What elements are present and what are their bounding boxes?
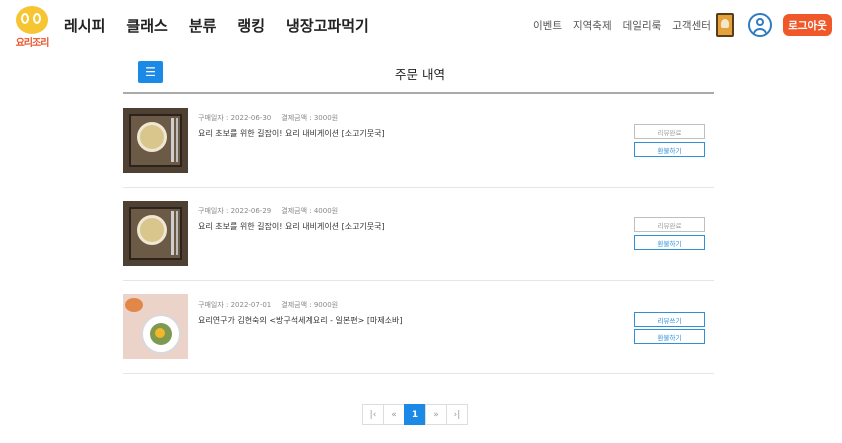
refund-button[interactable]: 환불하기: [634, 142, 705, 157]
order-thumbnail[interactable]: [123, 294, 188, 359]
write-review-button[interactable]: 리뷰쓰기: [634, 312, 705, 327]
util-item-event[interactable]: 이벤트: [533, 18, 562, 33]
nav-item-ranking[interactable]: 랭킹: [237, 15, 265, 36]
refund-button[interactable]: 환불하기: [634, 329, 705, 344]
last-page-button[interactable]: ›|: [446, 404, 468, 425]
user-avatar-icon[interactable]: [748, 13, 772, 37]
payment-amount-value: 4000: [313, 207, 332, 215]
purchase-date-label: 구매일자 :: [198, 301, 231, 309]
order-thumbnail[interactable]: [123, 108, 188, 173]
util-item-dailylook[interactable]: 데일리룩: [623, 18, 662, 33]
site-header: 요리조리 레시피 클래스 분류 랭킹 냉장고파먹기 이벤트 지역축제 데일리룩 …: [0, 0, 842, 50]
purchase-date: 구매일자 : 2022-06-29: [198, 207, 271, 215]
order-meta: 구매일자 : 2022-07-01 결제금액 : 9000원: [198, 300, 338, 310]
avatar-body: [753, 28, 767, 35]
purchase-date-value: 2022-07-01: [230, 301, 272, 309]
payment-amount: 결제금액 : 9000원: [281, 301, 338, 309]
logo-eye-right: [33, 13, 41, 24]
prev-page-button[interactable]: «: [383, 404, 405, 425]
thumb-spoon: [171, 118, 174, 162]
pagination: |‹ « 1 » ›|: [362, 404, 468, 425]
page-title: 주문 내역: [395, 67, 445, 82]
logout-button[interactable]: 로그아웃: [783, 14, 832, 36]
review-done-button: 리뷰완료: [634, 217, 705, 232]
logo-mascot-icon: [16, 6, 48, 34]
order-thumbnail[interactable]: [123, 201, 188, 266]
utility-nav: 이벤트 지역축제 데일리룩 고객센터: [533, 18, 711, 33]
nav-item-recipe[interactable]: 레시피: [64, 15, 105, 36]
currency-suffix: 원: [331, 207, 339, 215]
payment-amount-value: 3000: [313, 114, 332, 122]
thumb-bowl: [137, 122, 167, 152]
order-title[interactable]: 요리연구가 김현숙의 <방구석세계요리 - 일본편> [마제소바]: [198, 315, 403, 326]
site-logo[interactable]: 요리조리: [12, 6, 52, 49]
util-item-support[interactable]: 고객센터: [672, 18, 711, 33]
purchase-date-label: 구매일자 :: [198, 207, 231, 215]
payment-amount: 결제금액 : 3000원: [281, 114, 338, 122]
thumb-side-dish: [125, 298, 143, 312]
order-title[interactable]: 요리 초보를 위한 길잡이! 요리 내비게이션 [소고기뭇국]: [198, 221, 385, 232]
first-page-button[interactable]: |‹: [362, 404, 384, 425]
util-item-festival[interactable]: 지역축제: [573, 18, 612, 33]
hamburger-icon: ☰: [145, 65, 156, 79]
nav-item-class[interactable]: 클래스: [126, 15, 167, 36]
recipe-book-icon[interactable]: [716, 13, 734, 37]
next-page-button[interactable]: »: [425, 404, 447, 425]
purchase-date-value: 2022-06-29: [230, 207, 272, 215]
currency-suffix: 원: [331, 301, 339, 309]
order-row: 구매일자 : 2022-06-30 결제금액 : 3000원 요리 초보를 위한 …: [123, 95, 714, 188]
thumb-bowl: [137, 215, 167, 245]
refund-button[interactable]: 환불하기: [634, 235, 705, 250]
order-meta: 구매일자 : 2022-06-29 결제금액 : 4000원: [198, 206, 338, 216]
payment-amount: 결제금액 : 4000원: [281, 207, 338, 215]
purchase-date-value: 2022-06-30: [230, 114, 272, 122]
purchase-date-label: 구매일자 :: [198, 114, 231, 122]
main-nav: 레시피 클래스 분류 랭킹 냉장고파먹기: [64, 15, 369, 36]
purchase-date: 구매일자 : 2022-06-30: [198, 114, 271, 122]
payment-amount-label: 결제금액 :: [281, 114, 314, 122]
order-title[interactable]: 요리 초보를 위한 길잡이! 요리 내비게이션 [소고기뭇국]: [198, 128, 385, 139]
page-number-current[interactable]: 1: [404, 404, 426, 425]
order-row: 구매일자 : 2022-06-29 결제금액 : 4000원 요리 초보를 위한 …: [123, 188, 714, 281]
title-divider: [123, 92, 714, 94]
thumb-chopsticks: [176, 118, 178, 162]
logo-text: 요리조리: [15, 38, 50, 49]
purchase-date: 구매일자 : 2022-07-01: [198, 301, 271, 309]
order-row: 구매일자 : 2022-07-01 결제금액 : 9000원 요리연구가 김현숙의…: [123, 281, 714, 374]
payment-amount-value: 9000: [313, 301, 332, 309]
review-done-button: 리뷰완료: [634, 124, 705, 139]
payment-amount-label: 결제금액 :: [281, 207, 314, 215]
nav-item-fridge[interactable]: 냉장고파먹기: [286, 15, 369, 36]
currency-suffix: 원: [331, 114, 339, 122]
thumb-chopsticks: [176, 211, 178, 255]
nav-item-category[interactable]: 분류: [189, 15, 217, 36]
avatar-head: [756, 18, 764, 26]
payment-amount-label: 결제금액 :: [281, 301, 314, 309]
thumb-egg-yolk: [155, 328, 165, 338]
thumb-spoon: [171, 211, 174, 255]
menu-button[interactable]: ☰: [138, 61, 163, 83]
logo-eye-left: [21, 13, 29, 24]
order-meta: 구매일자 : 2022-06-30 결제금액 : 3000원: [198, 113, 338, 123]
